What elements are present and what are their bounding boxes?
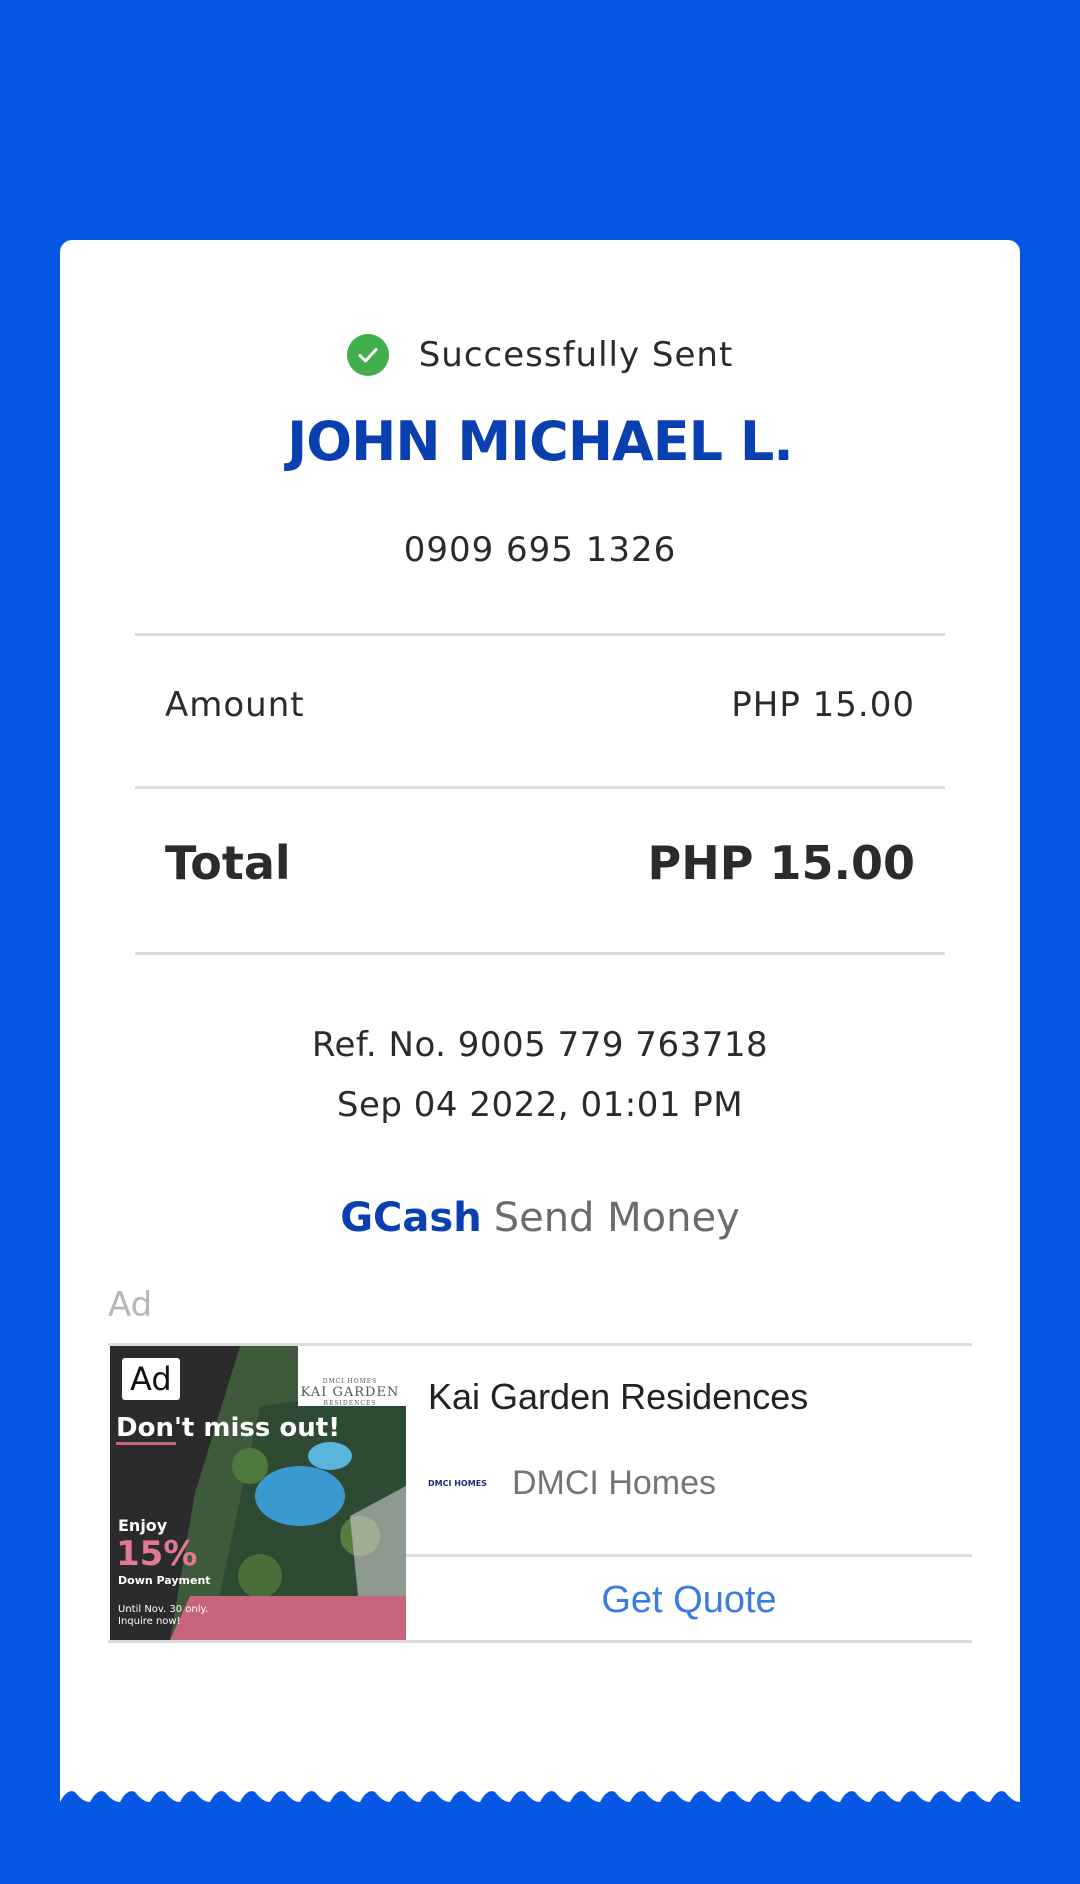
divider: [135, 952, 945, 955]
reference-block: Ref. No. 9005 779 763718 Sep 04 2022, 01…: [60, 1015, 1020, 1135]
receipt-card: Successfully Sent JOHN MICHAEL L. 0909 6…: [60, 240, 1020, 1802]
status-text: Successfully Sent: [418, 335, 734, 375]
ad-image-until: Until Nov. 30 only. Inquire now!: [118, 1604, 208, 1628]
ad-advertiser[interactable]: DMCI HOMES DMCI Homes: [428, 1464, 716, 1503]
ad-title[interactable]: Kai Garden Residences: [428, 1376, 808, 1418]
recipient-name: JOHN MICHAEL L.: [287, 410, 794, 473]
receipt-zigzag-edge: [60, 1791, 1020, 1818]
ad-image-enjoy: Enjoy: [118, 1516, 168, 1535]
total-row: Total PHP 15.00: [165, 833, 915, 893]
ad-image-down-payment: Down Payment: [118, 1574, 211, 1587]
ad-image-logo-name: KAI GARDEN: [300, 1385, 400, 1400]
gcash-brand: GCash: [340, 1195, 482, 1241]
ad-badge: Ad: [122, 1358, 180, 1400]
ad-image-percent: 15%: [116, 1534, 198, 1574]
amount-row: Amount PHP 15.00: [165, 680, 915, 730]
service-name: Send Money: [493, 1195, 740, 1241]
status-row: Successfully Sent: [60, 330, 1020, 380]
ad-image[interactable]: Ad Don't miss out! DMCI HOMES KAI GARDEN…: [110, 1346, 406, 1640]
ad-image-headline: Don't miss out!: [116, 1413, 341, 1443]
amount-label: Amount: [165, 685, 305, 725]
total-label: Total: [165, 836, 291, 890]
ad-image-until-line: Until Nov. 30 only.: [118, 1604, 209, 1615]
dmci-logo-text: DMCI HOMES: [428, 1479, 487, 1488]
ad-card[interactable]: Ad Don't miss out! DMCI HOMES KAI GARDEN…: [108, 1343, 972, 1643]
service-row: GCash Send Money: [60, 1195, 1020, 1241]
total-value: PHP 15.00: [647, 836, 915, 890]
transaction-datetime: Sep 04 2022, 01:01 PM: [336, 1085, 744, 1125]
ad-image-logo-sub: RESIDENCES: [323, 1400, 377, 1407]
reference-number: Ref. No. 9005 779 763718: [311, 1025, 769, 1065]
get-quote-button[interactable]: Get Quote: [406, 1560, 972, 1640]
ad-label: Ad: [108, 1285, 153, 1325]
divider: [135, 786, 945, 789]
check-circle-icon: [346, 334, 389, 376]
dmci-logo-icon: DMCI HOMES: [428, 1475, 490, 1493]
ad-image-logo-small: DMCI HOMES: [322, 1378, 378, 1385]
ad-cta-divider: [406, 1554, 972, 1557]
divider: [135, 633, 945, 636]
ad-advertiser-name: DMCI Homes: [512, 1464, 717, 1502]
amount-value: PHP 15.00: [731, 685, 915, 725]
recipient-number: 0909 695 1326: [403, 530, 677, 570]
ad-image-logo: DMCI HOMES KAI GARDEN RESIDENCES: [298, 1378, 402, 1407]
ad-image-inquire-line: Inquire now!: [118, 1616, 181, 1627]
